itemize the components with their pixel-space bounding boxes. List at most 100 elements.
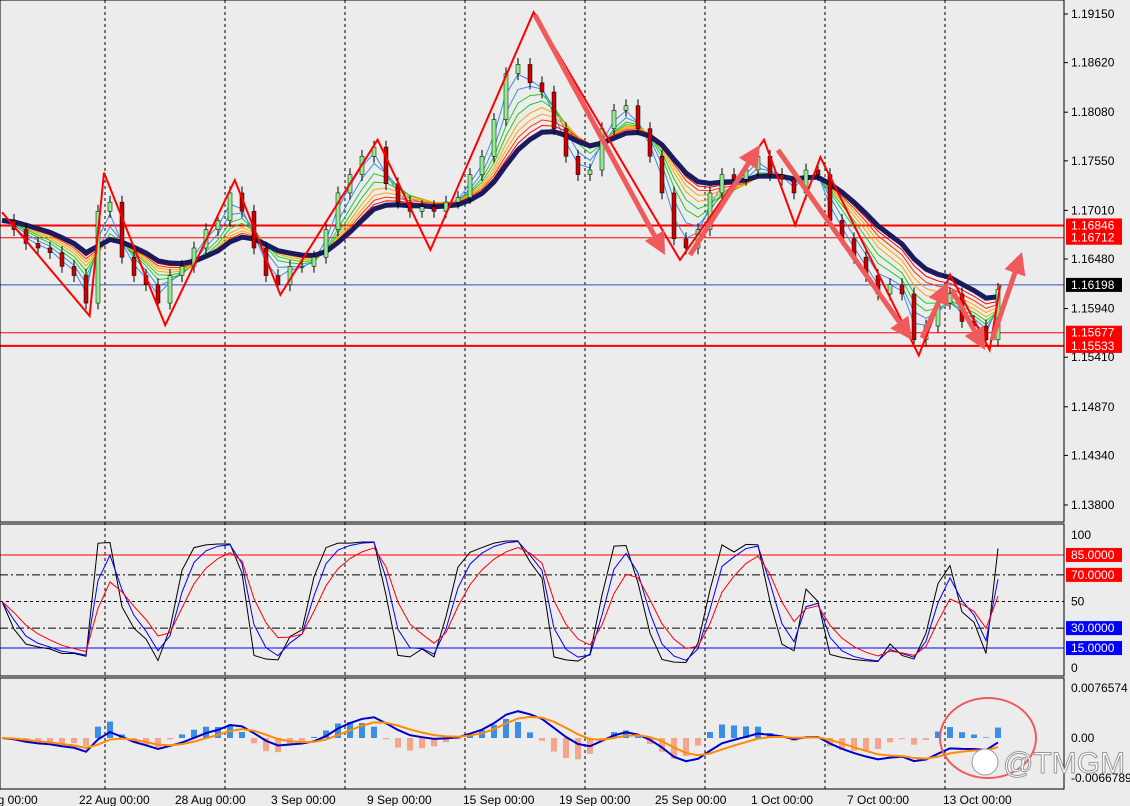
macd-histogram-bar [83,738,89,747]
candle-body [671,192,677,240]
candle-body [299,266,305,268]
logo-icon [971,748,999,776]
price-level-label: 1.16198 [1071,278,1115,292]
macd-histogram-bar [995,727,1001,738]
trading-chart[interactable]: 1.19150 1.18620 1.18080 1.17550 1.17010 1.164… [0,0,1130,806]
stoch-axis-label: 100 [1071,528,1091,542]
macd-histogram-bar [95,726,101,738]
price-level-label: 1.15533 [1071,339,1115,353]
time-label: 13 Oct 00:00 [943,793,1012,806]
candle-body [119,201,125,258]
time-label: 3 Sep 00:00 [271,793,336,806]
stochastic-panel [0,540,1064,663]
watermark: @TMGM [971,747,1126,781]
macd-histogram-bar [863,738,869,751]
candle-body [179,266,185,276]
macd-histogram-bar [167,738,173,740]
candle-body [527,64,533,84]
macd-histogram-bar [311,736,317,738]
macd-histogram-bar [575,738,581,760]
macd-histogram-bar [71,738,77,744]
candle-body [587,169,593,175]
candle-body [947,293,953,304]
candle-body [635,105,641,129]
time-label: 28 Aug 00:00 [175,793,246,806]
time-label: Aug 00:00 [0,793,38,806]
candle-body [683,238,689,249]
macd-histogram-bar [59,738,65,743]
candle-body [611,110,617,129]
candle-body [515,64,521,74]
candle-body [335,192,341,230]
arrow-head [1004,252,1026,277]
time-label: 22 Aug 00:00 [79,793,150,806]
price-tick-label: 1.14340 [1071,448,1115,462]
macd-line [1,710,999,763]
macd-histogram-bar [731,725,737,738]
macd-histogram-bar [635,736,641,738]
macd-histogram-bar [755,726,761,738]
macd-histogram-bar [179,734,185,738]
price-tick-label: 1.18620 [1071,56,1115,70]
macd-histogram-bar [875,738,881,750]
zigzag [1,9,1002,358]
stoch-axis-label: 0 [1071,661,1078,675]
candle-body [71,266,77,276]
candle-body [815,169,821,175]
price-tick-label: 1.16480 [1071,252,1115,266]
macd-histogram-bar [539,738,545,741]
grid [104,0,946,789]
watermark-text: @TMGM [1003,747,1125,780]
candle-body [563,128,569,157]
candle-body [791,178,797,194]
macd-histogram-bar [983,737,989,738]
candle-body [731,174,737,180]
macd-histogram-bar [899,738,905,740]
candle-body [719,174,725,194]
candle-body [35,243,41,249]
macd-histogram-bar [563,738,569,759]
macd-histogram-bar [239,731,245,738]
stoch-level-label: 30.0000 [1071,621,1115,635]
time-label: 15 Sep 00:00 [463,793,535,806]
ema-ribbon-line [1,73,999,335]
macd-histogram-bar [107,721,113,738]
candle-body [419,206,425,212]
macd-histogram-bar [515,721,521,738]
candle-body [647,128,653,157]
price-tick-label: 1.17550 [1071,154,1115,168]
axes: 1.19150 1.18620 1.18080 1.17550 1.17010 1.164… [0,0,1130,806]
candle-body [623,105,629,111]
ema-ribbon-line [1,100,999,322]
candle-body [491,119,497,157]
macd-histogram-bar [887,738,893,743]
price-tick-label: 1.18080 [1071,105,1115,119]
candle-body [899,284,905,295]
macd-histogram-bar [395,738,401,748]
stoch-level-label: 70.0000 [1071,568,1115,582]
time-label: 7 Oct 00:00 [847,793,909,806]
macd-signal-line [1,715,999,760]
price-level-label: 1.16712 [1071,231,1115,245]
price-level-label: 1.15677 [1071,326,1115,340]
macd-histogram-bar [371,726,377,738]
macd-histogram-bar [695,738,701,746]
candle-body [311,256,317,267]
macd-histogram-bar [923,738,929,740]
macd-histogram-bar [299,738,305,742]
macd-axis-label: 0.0076574 [1071,681,1128,695]
macd-axis-label: 0.00 [1071,731,1095,745]
zigzag-line [1,9,1002,358]
stoch-level-label: 15.0000 [1071,641,1115,655]
macd-histogram-bar [707,732,713,738]
candle-body [479,155,485,175]
price-tick-label: 1.14870 [1071,400,1115,414]
macd-histogram-bar [719,724,725,738]
candle-body [911,293,917,341]
macd-histogram-bar [251,738,257,744]
ema-ribbon [1,73,999,335]
candle-body [467,174,473,198]
candle-body [83,275,89,304]
macd-histogram-bar [971,734,977,738]
time-label: 9 Sep 00:00 [367,793,432,806]
